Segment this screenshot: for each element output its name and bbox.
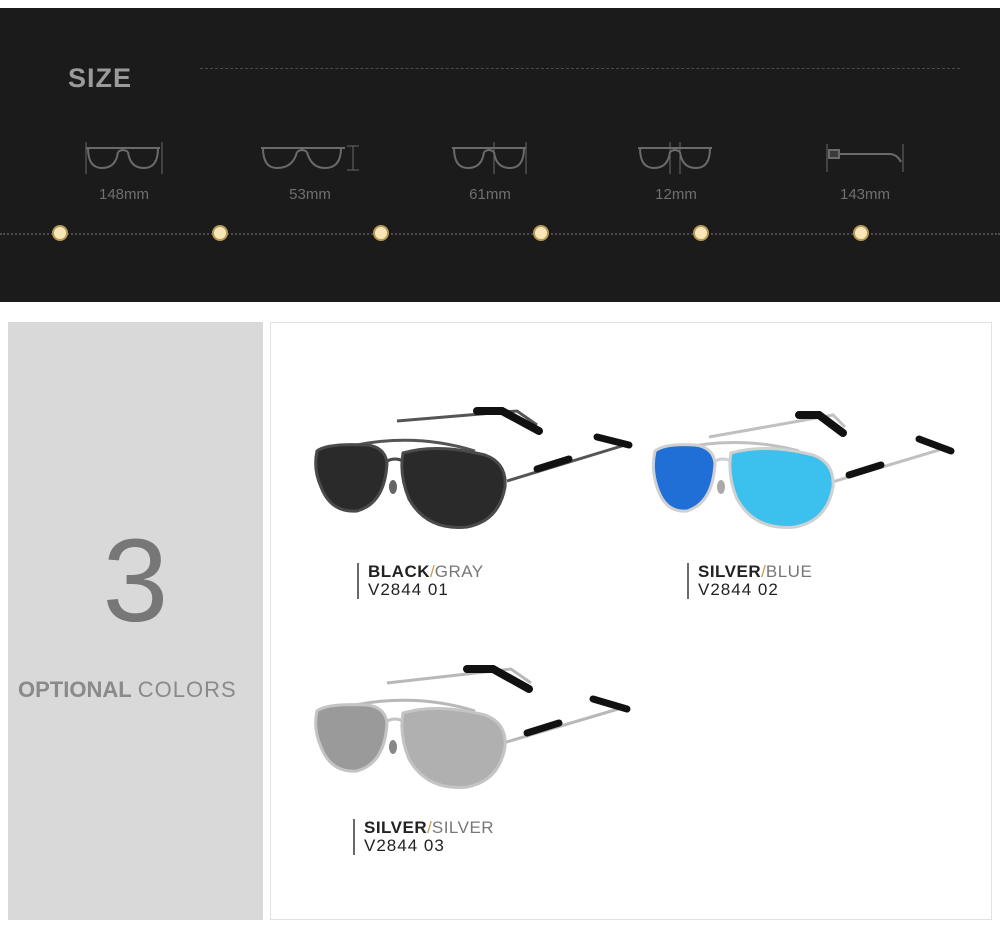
optional-label: OPTIONAL	[18, 677, 132, 702]
dimension-lens-width: 61mm	[420, 140, 560, 203]
optional-colors-label: OPTIONAL COLORS	[18, 677, 237, 703]
colors-label: COLORS	[137, 677, 237, 702]
timeline-dot	[375, 227, 387, 239]
frame-width-icon	[85, 142, 163, 174]
product-silver-blue[interactable]: SILVER/BLUE V2844 02	[649, 407, 959, 599]
dimension-frame-width: 148mm	[54, 140, 194, 203]
sunglasses-image	[314, 407, 633, 529]
dimension-value: 12mm	[655, 186, 697, 203]
color-count: 3	[102, 515, 169, 647]
timeline-dot	[535, 227, 547, 239]
product-black-gray[interactable]: BLACK/GRAY V2844 01	[307, 403, 637, 599]
timeline-dot	[54, 227, 66, 239]
model-code: V2844 02	[698, 580, 779, 599]
dimension-value: 61mm	[469, 186, 511, 203]
lens-color-label: SILVER	[431, 818, 495, 837]
dimension-value: 148mm	[98, 186, 150, 203]
timeline-dot	[855, 227, 867, 239]
lens-color-label: GRAY	[434, 562, 484, 581]
lens-color-label: BLUE	[765, 562, 813, 581]
sunglasses-image	[651, 411, 955, 529]
title-divider	[200, 68, 960, 69]
products-panel: BLACK/GRAY V2844 01 SILVER/BLUE V2844 02	[270, 322, 992, 920]
size-banner: SIZE 148mm 53mm 61mm 12mm 143mm	[0, 8, 1000, 302]
timeline-dot	[214, 227, 226, 239]
product-caption: SILVER/BLUE V2844 02	[687, 563, 812, 599]
frame-color-label: SILVER	[698, 562, 762, 581]
size-title: SIZE	[68, 63, 133, 93]
product-caption: BLACK/GRAY V2844 01	[357, 563, 484, 599]
dimension-value: 53mm	[289, 186, 331, 203]
dimension-value: 143mm	[839, 186, 891, 203]
lens-height-icon	[261, 145, 359, 171]
timeline-divider	[0, 233, 1000, 235]
dimension-lens-height: 53mm	[240, 140, 380, 203]
dimension-temple-length: 143mm	[795, 140, 935, 203]
dimension-bridge-width: 12mm	[606, 140, 746, 203]
sunglasses-image	[314, 665, 631, 789]
product-caption: SILVER/SILVER V2844 03	[353, 819, 494, 855]
temple-length-icon	[826, 144, 904, 172]
frame-color-label: SILVER	[364, 818, 428, 837]
bridge-width-icon	[638, 142, 712, 174]
timeline-dot	[695, 227, 707, 239]
optional-colors-panel: 3 OPTIONAL COLORS	[8, 322, 263, 920]
lens-width-icon	[452, 142, 527, 174]
frame-color-label: BLACK	[368, 562, 430, 581]
model-code: V2844 03	[364, 836, 445, 855]
product-silver-silver[interactable]: SILVER/SILVER V2844 03	[307, 663, 637, 855]
model-code: V2844 01	[368, 580, 449, 599]
